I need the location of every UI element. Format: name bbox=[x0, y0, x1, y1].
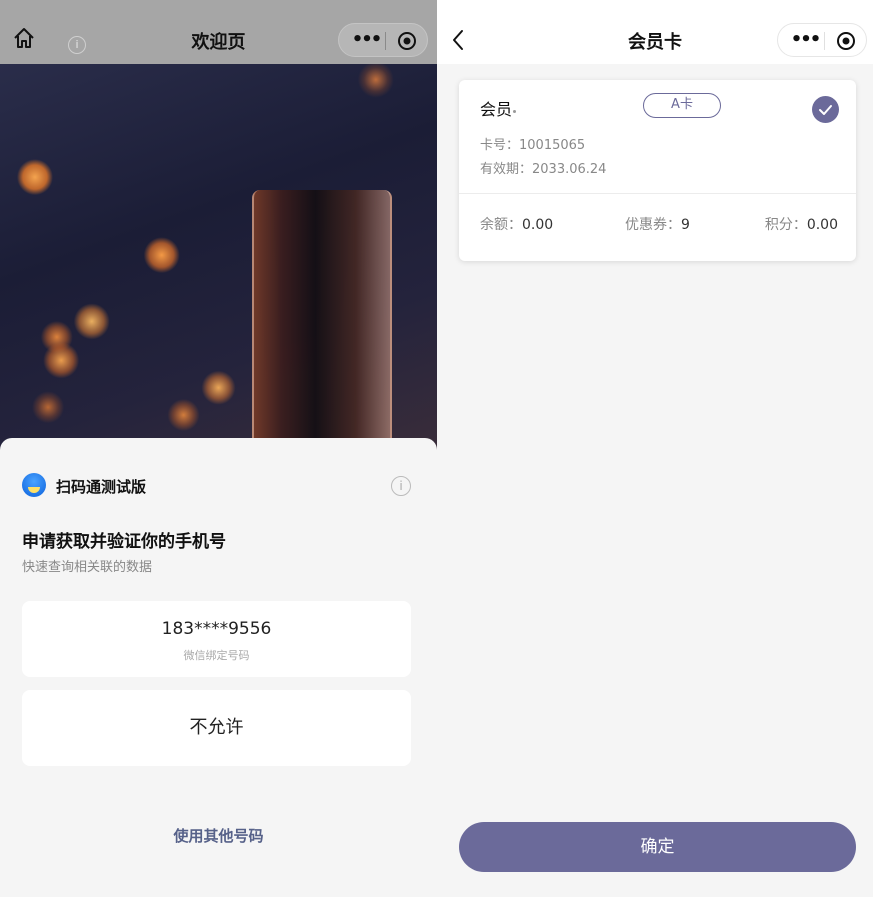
card-expiry: 有效期：2033.06.24 bbox=[480, 158, 606, 177]
card-type-badge: A卡 bbox=[643, 93, 721, 118]
phone-caption: 微信绑定号码 bbox=[183, 649, 250, 662]
check-icon[interactable] bbox=[812, 96, 839, 123]
expiry-value: 2033.06.24 bbox=[532, 162, 607, 177]
champagne-glass-image bbox=[252, 190, 392, 454]
deny-button[interactable]: 不允许 bbox=[22, 690, 411, 766]
app-name: 扫码通测试版 bbox=[56, 478, 147, 496]
coupon-label: 优惠券： bbox=[625, 217, 681, 233]
app-logo-icon bbox=[22, 473, 46, 497]
welcome-screen: i 欢迎页 ••• 扫码通测试版 i 申请获取并验证你的手机号 快速查询相关联的… bbox=[0, 0, 437, 897]
more-dots-icon[interactable]: ••• bbox=[790, 31, 822, 49]
member-card[interactable]: 会员 A卡 卡号：10015065 有效期：2033.06.24 余额：0.00… bbox=[459, 80, 856, 261]
request-title: 申请获取并验证你的手机号 bbox=[22, 532, 226, 552]
menu-capsule: ••• bbox=[338, 23, 428, 57]
card-divider bbox=[459, 193, 856, 194]
request-subtitle: 快速查询相关联的数据 bbox=[22, 560, 153, 575]
expiry-label: 有效期： bbox=[480, 162, 533, 177]
card-number-value: 10015065 bbox=[519, 138, 586, 153]
phone-number-option[interactable]: 183****9556 微信绑定号码 bbox=[22, 601, 411, 677]
coupon-stat: 优惠券：9 bbox=[625, 214, 690, 234]
points-value: 0.00 bbox=[806, 217, 838, 233]
nav-bar: i 欢迎页 ••• bbox=[0, 0, 437, 64]
points-label: 积分： bbox=[764, 217, 807, 233]
nav-bar: 会员卡 ••• bbox=[437, 0, 873, 64]
use-other-number-link[interactable]: 使用其他号码 bbox=[0, 825, 437, 846]
capsule-divider bbox=[824, 32, 825, 50]
card-number: 卡号：10015065 bbox=[480, 134, 585, 153]
balance-stat: 余额：0.00 bbox=[480, 214, 553, 234]
points-stat: 积分：0.00 bbox=[765, 214, 838, 234]
target-icon[interactable] bbox=[836, 31, 856, 51]
phone-number: 183****9556 bbox=[161, 619, 272, 639]
info-icon[interactable]: i bbox=[391, 476, 411, 496]
menu-capsule: ••• bbox=[777, 23, 867, 57]
auth-sheet: 扫码通测试版 i 申请获取并验证你的手机号 快速查询相关联的数据 183****… bbox=[0, 438, 437, 897]
balance-value: 0.00 bbox=[522, 217, 554, 233]
capsule-divider bbox=[385, 32, 386, 50]
name-dot bbox=[513, 110, 516, 113]
balance-label: 余额： bbox=[480, 217, 522, 233]
more-dots-icon[interactable]: ••• bbox=[351, 31, 383, 49]
confirm-button[interactable]: 确定 bbox=[459, 822, 856, 872]
card-name: 会员 bbox=[480, 100, 513, 119]
coupon-value: 9 bbox=[681, 217, 690, 233]
member-card-screen: 会员卡 ••• 会员 A卡 卡号：10015065 有效期：2033.06.24… bbox=[437, 0, 873, 897]
card-number-label: 卡号： bbox=[480, 138, 520, 153]
target-icon[interactable] bbox=[397, 31, 417, 51]
